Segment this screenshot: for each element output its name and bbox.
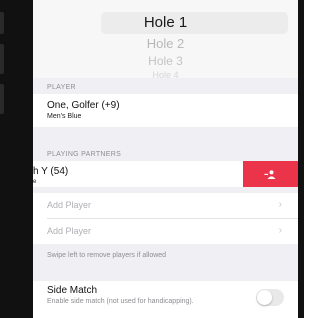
device-bezel-right <box>298 0 304 318</box>
chevron-right-icon: › <box>278 225 282 236</box>
row-divider <box>47 218 298 219</box>
picker-option[interactable]: Hole 3 <box>33 54 298 68</box>
screen: Hole 1 Hole 2 Hole 3 Hole 4 PLAYER One, … <box>33 0 298 318</box>
side-match-title: Side Match <box>47 285 98 296</box>
partner-name: h Y (54) <box>33 166 69 177</box>
volume-down-button <box>0 84 4 114</box>
device-bezel-left <box>0 0 33 318</box>
player-name: One, Golfer (+9) <box>47 100 120 111</box>
add-player-row-1[interactable]: Add Player <box>47 200 91 210</box>
partners-section-header: PLAYING PARTNERS <box>47 151 122 158</box>
hole-picker[interactable]: Hole 1 Hole 2 Hole 3 Hole 4 <box>33 0 298 80</box>
player-tee: Men's Blue <box>47 113 82 120</box>
side-match-toggle[interactable] <box>256 289 284 306</box>
picker-option[interactable]: Hole 4 <box>33 70 298 80</box>
side-match-description: Enable side match (not used for handicap… <box>47 298 194 305</box>
swipe-hint: Swipe left to remove players if allowed <box>47 252 167 259</box>
picker-option-selected[interactable]: Hole 1 <box>33 14 298 31</box>
add-player-row-2[interactable]: Add Player <box>47 226 91 236</box>
remove-player-button[interactable] <box>243 161 298 187</box>
remove-person-icon <box>264 169 276 179</box>
player-row[interactable]: One, Golfer (+9) Men's Blue <box>33 94 298 127</box>
chevron-right-icon: › <box>278 199 282 210</box>
partner-row-swiped[interactable]: h Y (54) e <box>33 161 298 187</box>
mute-switch <box>0 12 4 34</box>
partner-tee: e <box>33 179 37 185</box>
toggle-knob <box>257 290 272 305</box>
player-section-header: PLAYER <box>47 84 76 91</box>
picker-option[interactable]: Hole 2 <box>33 36 298 51</box>
volume-up-button <box>0 44 4 74</box>
add-player-group: Add Player › Add Player › <box>33 193 298 244</box>
